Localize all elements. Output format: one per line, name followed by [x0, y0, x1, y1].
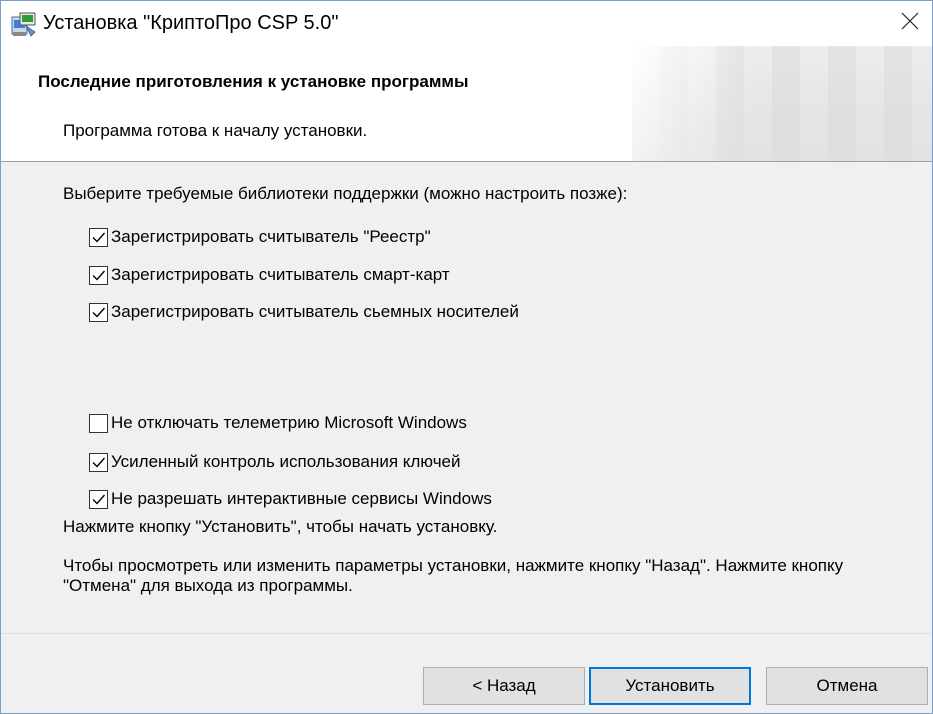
header-banner: Последние приготовления к установке прог… — [1, 46, 932, 162]
change-hint: Чтобы просмотреть или изменить параметры… — [63, 556, 844, 595]
checkbox-disallow-interactive-services[interactable]: Не разрешать интерактивные сервисы Windo… — [89, 488, 492, 510]
installer-icon — [11, 12, 37, 38]
page-title: Последние приготовления к установке прог… — [38, 72, 469, 91]
option-label: Усиленный контроль использования ключей — [111, 452, 461, 471]
option-label: Зарегистрировать считыватель "Реестр" — [111, 227, 431, 246]
install-button[interactable]: Установить — [589, 667, 751, 705]
installer-window: Установка "КриптоПро CSP 5.0" Последние … — [0, 0, 933, 714]
page-subtitle: Программа готова к началу установки. — [63, 121, 368, 140]
window-title: Установка "КриптоПро CSP 5.0" — [43, 12, 339, 34]
checkbox-register-removable-reader[interactable]: Зарегистрировать считыватель сьемных нос… — [89, 301, 519, 323]
cancel-button[interactable]: Отмена — [766, 667, 928, 705]
install-hint: Нажмите кнопку "Установить", чтобы начат… — [63, 517, 498, 536]
checkbox-icon[interactable] — [89, 302, 108, 322]
footer-divider — [1, 633, 932, 634]
option-label: Зарегистрировать считыватель сьемных нос… — [111, 302, 519, 321]
checkbox-register-registry-reader[interactable]: Зарегистрировать считыватель "Реестр" — [89, 226, 431, 248]
title-bar[interactable]: Установка "КриптоПро CSP 5.0" — [1, 1, 932, 46]
option-label: Не отключать телеметрию Microsoft Window… — [111, 413, 467, 432]
option-label: Зарегистрировать считыватель смарт-карт — [111, 265, 450, 284]
checkbox-icon[interactable] — [89, 265, 108, 285]
checkbox-keep-telemetry[interactable]: Не отключать телеметрию Microsoft Window… — [89, 412, 467, 434]
checkbox-enhanced-key-control[interactable]: Усиленный контроль использования ключей — [89, 451, 461, 473]
checkbox-icon[interactable] — [89, 452, 108, 472]
close-button[interactable] — [887, 1, 932, 46]
checkbox-register-smartcard-reader[interactable]: Зарегистрировать считыватель смарт-карт — [89, 264, 450, 286]
libraries-prompt: Выберите требуемые библиотеки поддержки … — [63, 184, 628, 203]
checkbox-icon[interactable] — [89, 413, 108, 433]
checkbox-icon[interactable] — [89, 489, 108, 509]
option-label: Не разрешать интерактивные сервисы Windo… — [111, 489, 492, 508]
back-button[interactable]: < Назад — [423, 667, 585, 705]
close-icon — [901, 12, 919, 35]
checkbox-icon[interactable] — [89, 227, 108, 247]
